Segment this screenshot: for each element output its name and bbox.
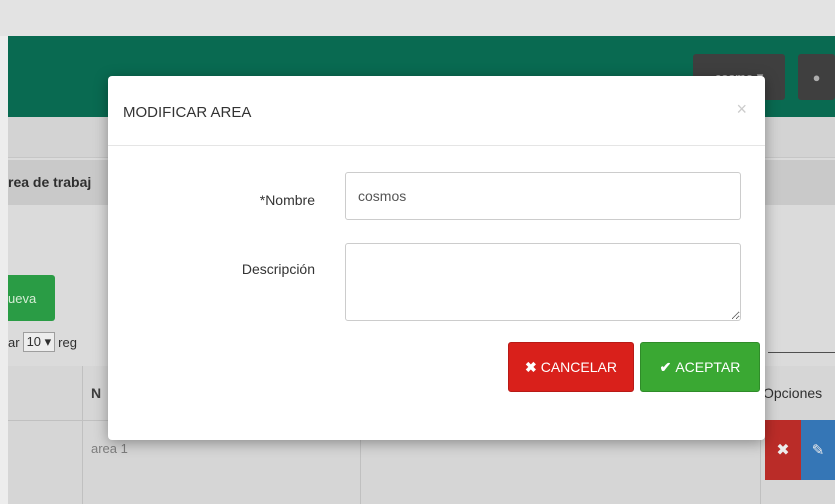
close-icon[interactable]: × bbox=[736, 99, 747, 120]
modal-title: MODIFICAR AREA bbox=[123, 104, 252, 121]
nombre-label: *Nombre bbox=[259, 192, 315, 208]
accept-label: ACEPTAR bbox=[675, 359, 741, 375]
descripcion-textarea[interactable] bbox=[345, 243, 741, 321]
modal-header: MODIFICAR AREA × bbox=[108, 76, 765, 146]
x-icon: ✖ bbox=[525, 358, 537, 375]
cancel-button[interactable]: ✖ CANCELAR bbox=[508, 342, 634, 392]
descripcion-label: Descripción bbox=[241, 261, 315, 277]
nombre-input[interactable] bbox=[345, 172, 741, 220]
cancel-label: CANCELAR bbox=[540, 359, 617, 375]
edit-area-modal: MODIFICAR AREA × *Nombre Descripción ✖ C… bbox=[108, 76, 765, 440]
check-icon: ✔ bbox=[659, 358, 672, 375]
accept-button[interactable]: ✔ ACEPTAR bbox=[640, 342, 760, 392]
